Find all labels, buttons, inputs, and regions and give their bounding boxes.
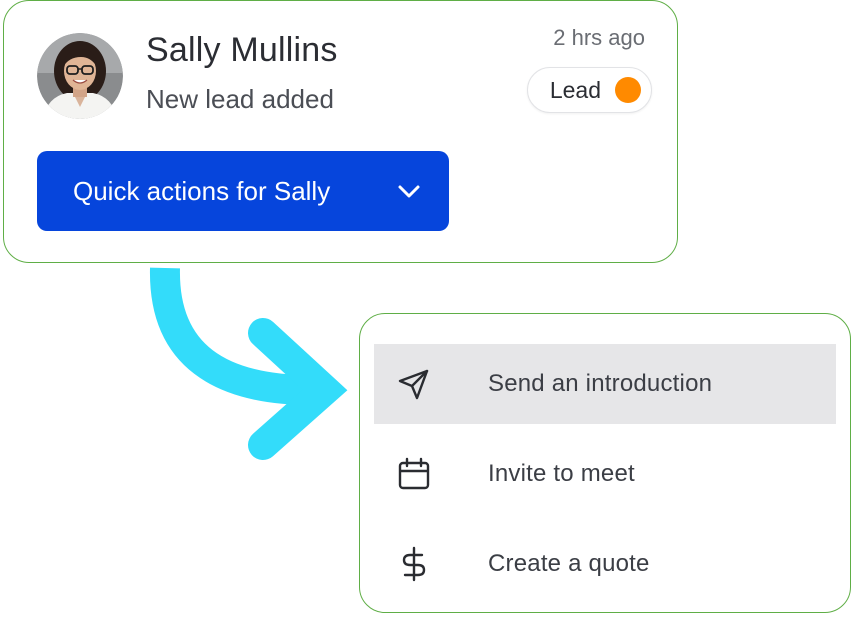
calendar-icon [396,456,432,492]
status-label: Lead [549,76,601,103]
quick-actions-menu: Send an introduction Invite to meet Crea… [359,313,851,613]
chevron-down-icon [398,185,420,198]
quick-actions-label: Quick actions for Sally [73,175,331,206]
send-icon [396,366,432,402]
menu-item-label: Create a quote [488,550,650,577]
contact-name: Sally Mullins [146,31,338,69]
dollar-icon [396,546,432,582]
lead-subtitle: New lead added [146,84,334,114]
menu-item-create-quote[interactable]: Create a quote [374,524,836,604]
stage: Sally Mullins New lead added 2 hrs ago L… [0,0,854,619]
status-badge: Lead [526,67,652,113]
menu-item-send-introduction[interactable]: Send an introduction [374,344,836,424]
lead-notification-card: Sally Mullins New lead added 2 hrs ago L… [3,0,678,263]
timestamp: 2 hrs ago [553,25,645,50]
menu-item-label: Send an introduction [488,370,713,397]
avatar-photo-icon [37,33,123,119]
menu-item-invite-to-meet[interactable]: Invite to meet [374,434,836,514]
status-dot-icon [615,77,641,103]
menu-item-label: Invite to meet [488,460,635,487]
quick-actions-button[interactable]: Quick actions for Sally [37,151,449,231]
avatar[interactable] [37,33,123,119]
